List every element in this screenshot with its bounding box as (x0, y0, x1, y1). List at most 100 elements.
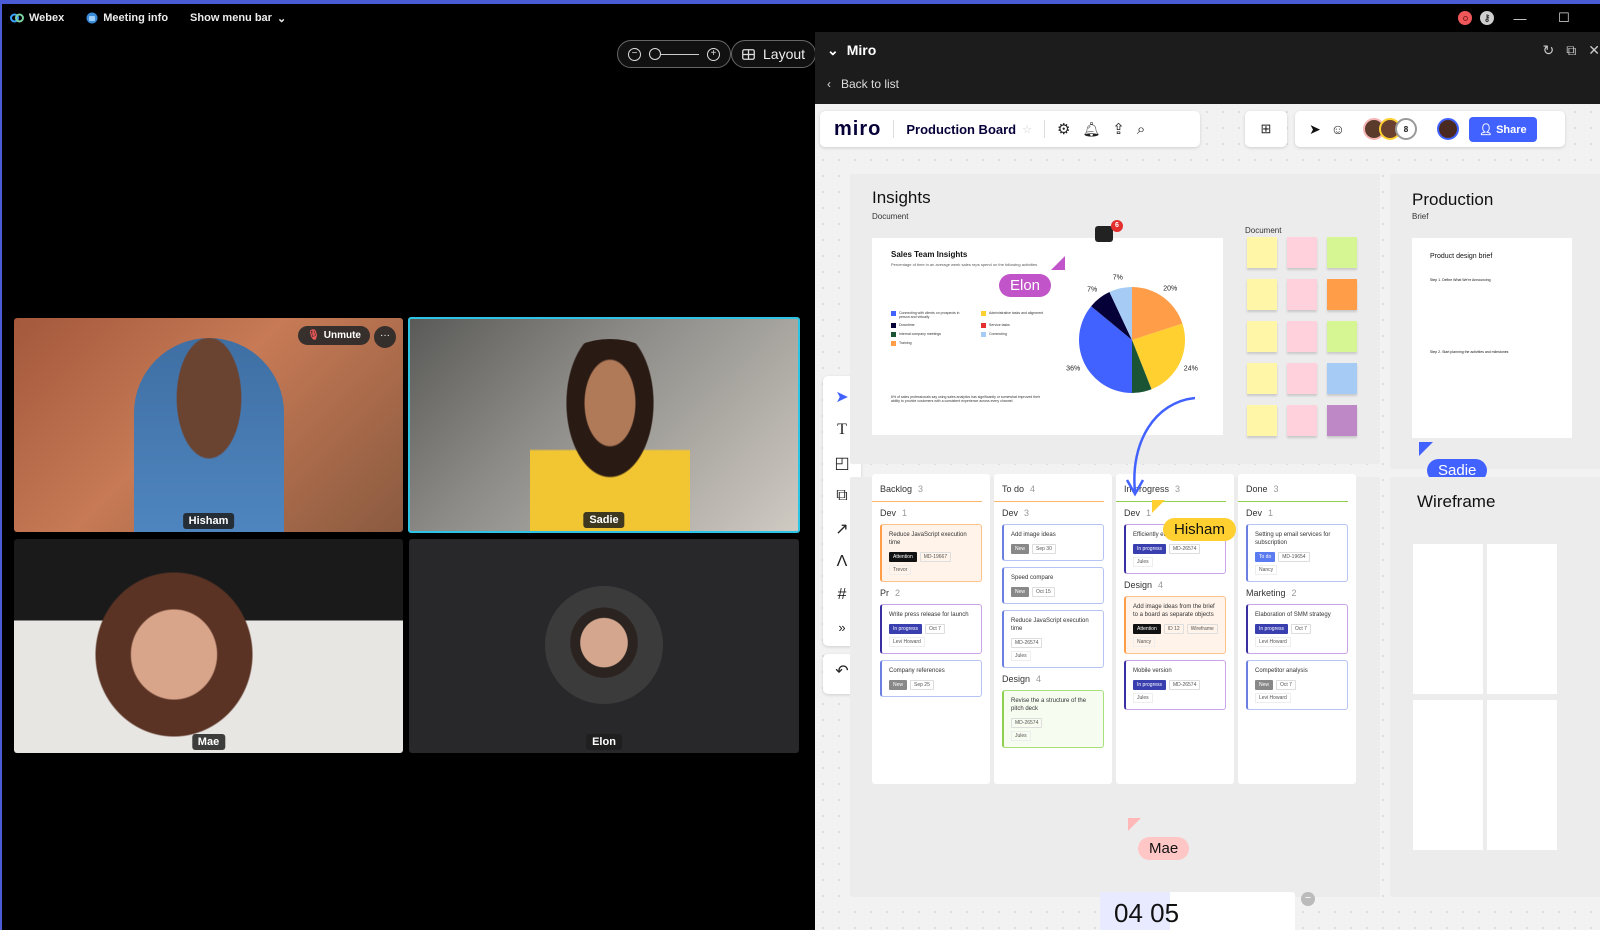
kanban-card[interactable]: Elaboration of SMM strategy In progress Oc… (1246, 604, 1348, 654)
undo-icon[interactable]: ↶ (835, 654, 848, 687)
zoom-out-icon[interactable]: − (628, 47, 641, 61)
back-to-list-link[interactable]: ‹ Back to list (815, 68, 1600, 100)
sticky-note-icon[interactable]: ◰ (834, 446, 849, 479)
video-tile-mae[interactable]: Mae (14, 539, 403, 753)
kanban-card[interactable]: Write press release for launch In progres… (880, 604, 982, 654)
kanban-column-header: Done 3 (1238, 474, 1348, 502)
more-tools-icon[interactable]: » (838, 611, 845, 644)
sticky-note[interactable] (1287, 279, 1317, 310)
video-tile-elon[interactable]: Elon (409, 539, 799, 753)
sticky-note[interactable] (1327, 237, 1357, 268)
kanban-card[interactable]: Reduce JavaScript execution time Attentio… (880, 524, 982, 582)
zoom-slider-thumb[interactable] (649, 48, 661, 60)
participant-video-mae (74, 569, 274, 753)
board-name[interactable]: Production Board (906, 122, 1016, 137)
upload-export-icon[interactable]: ⇪ (1112, 120, 1125, 138)
pop-out-icon[interactable]: ⧉ (1566, 42, 1576, 59)
kanban-column: Done 3 Dev 1 Setting up email services for s… (1238, 474, 1356, 784)
settings-gear-icon[interactable]: ⚙ (1057, 120, 1070, 138)
webex-app[interactable]: Webex (10, 12, 64, 24)
notification-bell-icon[interactable]: 🔔︎ (1082, 121, 1100, 138)
kanban-card[interactable]: Competitor analysis New Oct 7 Levi Howard (1246, 660, 1348, 710)
add-reaction-icon[interactable]: ☺ (1331, 121, 1345, 137)
sticky-note[interactable] (1287, 405, 1317, 436)
more-collaborators-count[interactable]: 8 (1395, 118, 1418, 140)
sticky-note[interactable] (1247, 237, 1277, 268)
apps-shapes-icon[interactable]: ⊞ (1245, 111, 1287, 147)
kanban-card[interactable]: Add image ideas from the brief to a boar… (1124, 596, 1226, 654)
comment-icon[interactable] (1095, 226, 1113, 242)
collapse-chevron-icon[interactable]: ⌄ (827, 42, 839, 59)
group-title: Marketing (1246, 588, 1286, 598)
timer-minus-button[interactable]: − (1301, 892, 1315, 906)
minimize-button[interactable]: — (1502, 11, 1538, 26)
product-brief-document[interactable]: Product design brief Step 1. Define What… (1412, 238, 1572, 438)
kanban-card[interactable]: Speed compare New Oct 15 (1002, 567, 1104, 604)
sticky-note[interactable] (1287, 363, 1317, 394)
search-icon[interactable]: ⌕ (1137, 121, 1145, 138)
miro-board-canvas[interactable]: miro Production Board ☆ ⚙ 🔔︎ ⇪ ⌕ ⊞ ➤ ☺ 8… (815, 104, 1600, 930)
sticky-note[interactable] (1327, 363, 1357, 394)
card-tag: New (1011, 544, 1030, 554)
frame-icon[interactable]: # (838, 578, 847, 611)
kanban-card[interactable]: Company references New Sep 25 (880, 660, 982, 697)
group-count: 3 (1024, 508, 1030, 518)
card-tag: New (1011, 587, 1030, 597)
meeting-info-button[interactable]: Meeting info (86, 12, 168, 24)
sticky-note[interactable] (1287, 321, 1317, 352)
legend-swatch (891, 311, 896, 316)
sticky-note[interactable] (1247, 321, 1277, 352)
close-icon[interactable]: ✕ (1588, 42, 1600, 59)
sticky-note[interactable] (1327, 279, 1357, 310)
text-tool-icon[interactable]: T (837, 413, 847, 446)
wireframe-screen-chats[interactable] (1413, 544, 1483, 694)
timer-widget[interactable]: 04 05 (1100, 892, 1295, 930)
connection-line-icon[interactable]: ↗ (835, 512, 848, 545)
zoom-in-icon[interactable]: + (707, 47, 720, 61)
video-tile-hisham[interactable]: 🎙︎ Unmute ··· Hisham (14, 318, 403, 532)
current-user-avatar[interactable] (1437, 118, 1460, 140)
miro-logo[interactable]: miro (834, 118, 881, 141)
group-count: 4 (1036, 674, 1042, 684)
shapes-icon[interactable]: ⧉ (836, 479, 847, 512)
card-assignee: Nancy (1133, 637, 1156, 647)
refresh-icon[interactable]: ↻ (1543, 42, 1555, 59)
sticky-note[interactable] (1247, 279, 1277, 310)
kanban-card[interactable]: Revise the a structure of the pitch deck… (1002, 690, 1104, 748)
layout-button[interactable]: Layout (731, 40, 817, 68)
recording-icon[interactable] (1458, 11, 1472, 25)
more-options-button[interactable]: ··· (374, 326, 396, 348)
kanban-card[interactable]: Add image ideas New Sep 30 (1002, 524, 1104, 561)
video-tile-sadie[interactable]: Sadie (408, 317, 800, 533)
doc-subtitle: Percentage of time in an average week sa… (891, 262, 1038, 267)
star-icon[interactable]: ☆ (1022, 123, 1032, 136)
sticky-note[interactable] (1287, 237, 1317, 268)
kanban-card[interactable]: Mobile version In progress MD-26574 Jules (1124, 660, 1226, 710)
share-button[interactable]: 👤︎ Share (1469, 116, 1537, 142)
select-cursor-icon[interactable]: ➤ (835, 380, 848, 413)
connector-arrow (1125, 396, 1196, 497)
maximize-button[interactable]: ☐ (1546, 10, 1582, 26)
comment-count-badge: 6 (1111, 220, 1123, 232)
group-title: Design (1124, 580, 1153, 590)
cursor-tracking-icon[interactable]: ➤ (1309, 121, 1321, 138)
show-menu-bar-button[interactable]: Show menu bar ⌄ (190, 12, 286, 25)
sticky-note[interactable] (1247, 363, 1277, 394)
card-assignee: Nancy (1255, 565, 1278, 575)
sticky-note[interactable] (1247, 405, 1277, 436)
pen-icon[interactable]: Λ (837, 545, 848, 578)
sticky-note[interactable] (1327, 321, 1357, 352)
key-icon[interactable]: ⚷ (1480, 11, 1494, 25)
wireframe-screen-chat[interactable] (1487, 544, 1557, 694)
column-count: 3 (1273, 484, 1279, 494)
card-tag: MD-26574 (1169, 544, 1201, 554)
kanban-group-header: Design 4 (1124, 580, 1234, 590)
kanban-card[interactable]: Reduce JavaScript execution time MD-26574… (1002, 610, 1104, 668)
sticky-note[interactable] (1327, 405, 1357, 436)
unmute-button[interactable]: 🎙︎ Unmute (298, 326, 370, 345)
kanban-card[interactable]: Setting up email services for subscripti… (1246, 524, 1348, 582)
wireframe-screen-conversation[interactable] (1413, 700, 1483, 850)
wireframe-screen-profile[interactable] (1487, 700, 1557, 850)
card-assignee: Levi Howard (889, 637, 925, 647)
zoom-slider[interactable] (649, 48, 699, 60)
